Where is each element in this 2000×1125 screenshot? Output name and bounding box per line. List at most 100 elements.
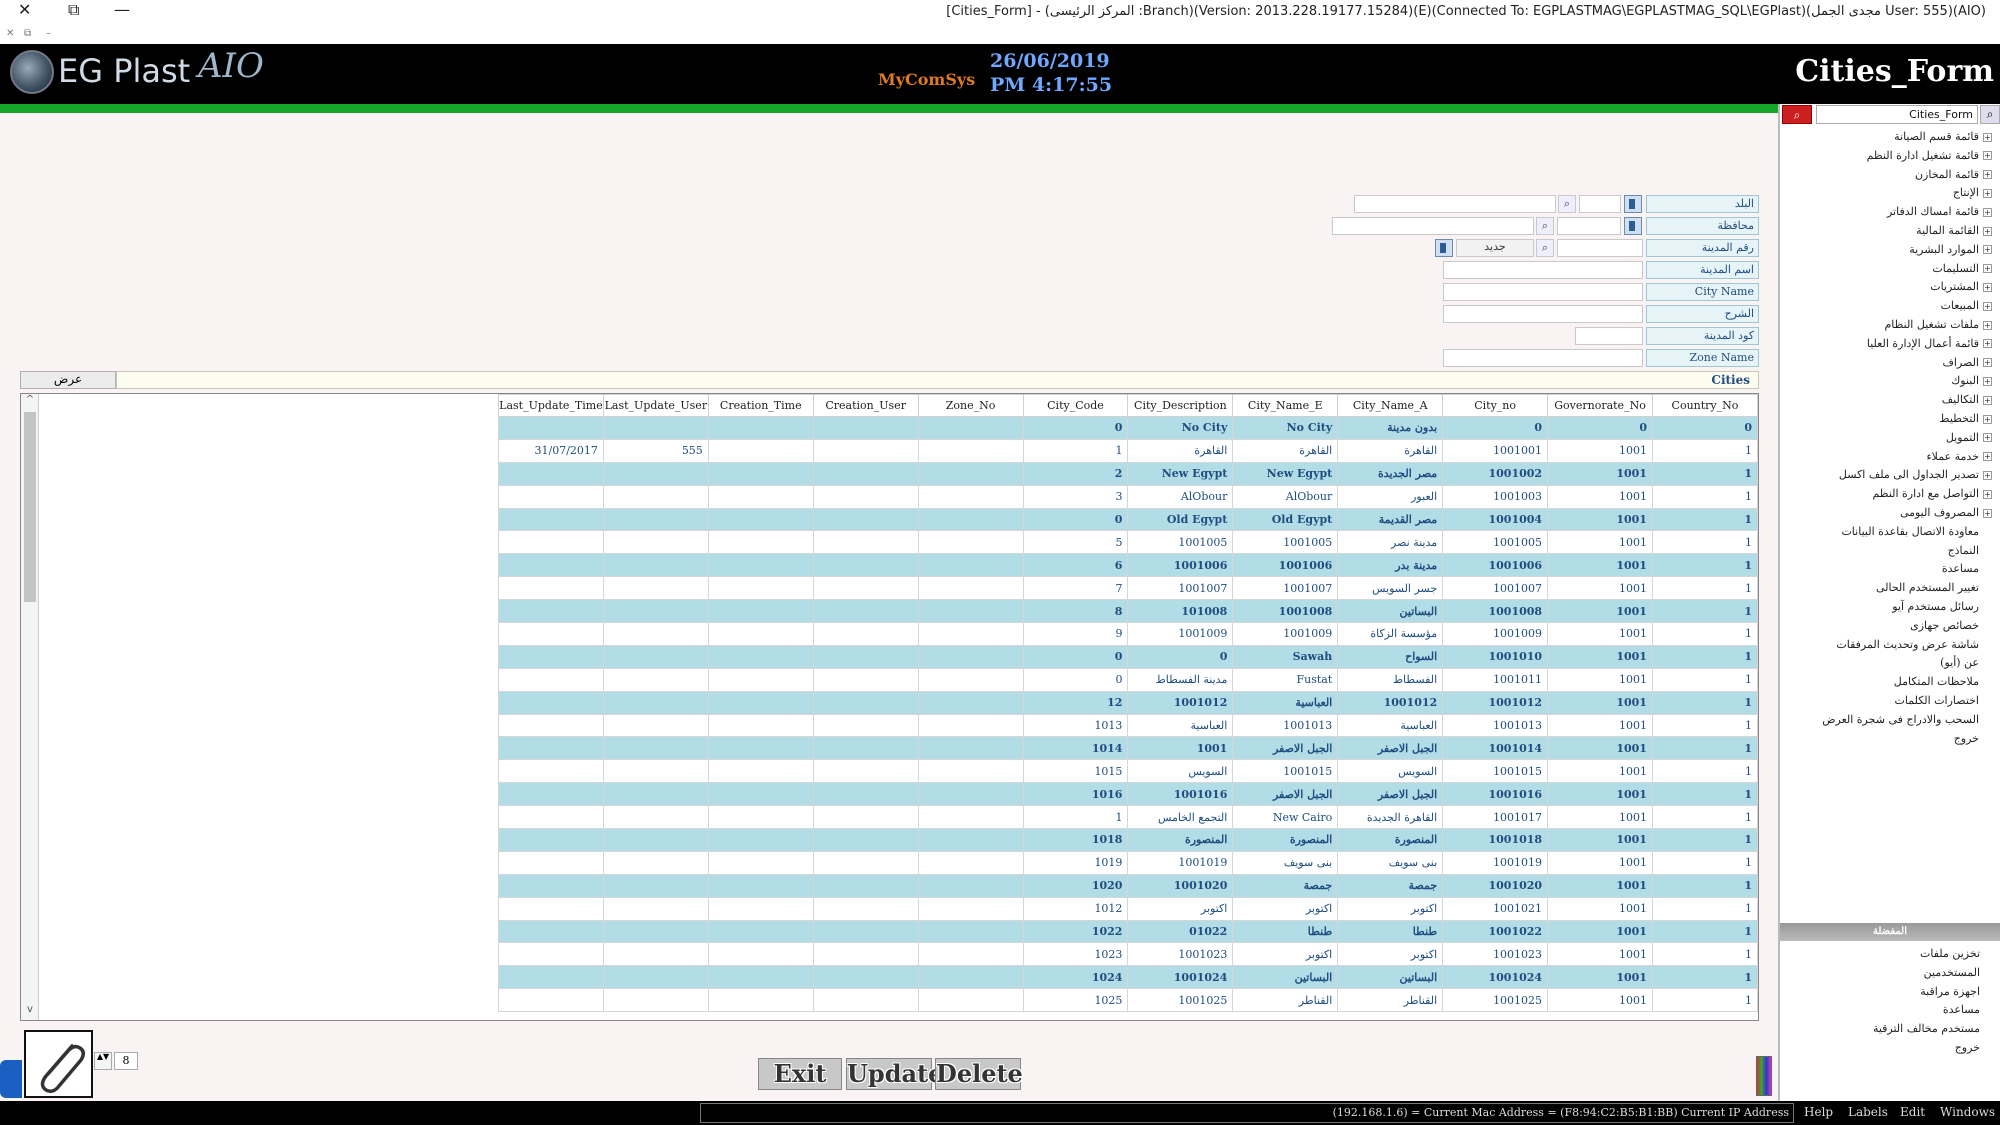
expand-plus-icon[interactable]: + [1983,170,1992,180]
table-cell[interactable] [812,965,919,990]
table-cell[interactable]: 1001024 [1127,965,1234,990]
table-cell[interactable] [602,530,709,555]
table-cell[interactable] [707,988,814,1013]
column-header-city-code[interactable]: City_Code [1022,394,1129,417]
table-cell[interactable] [917,461,1024,486]
table-cell[interactable] [917,599,1024,624]
table-cell[interactable] [602,850,709,875]
record-spinner-value[interactable]: 8 [114,1052,138,1070]
table-cell[interactable] [707,530,814,555]
table-cell[interactable] [917,576,1024,601]
table-cell[interactable]: 1001 [1547,759,1653,784]
table-cell[interactable] [917,782,1024,807]
table-cell[interactable]: No City [1127,416,1234,440]
table-cell[interactable]: 1001020 [1442,873,1549,898]
table-cell[interactable]: بنى سويف [1232,850,1339,875]
tree-item[interactable]: + قائمة المخازن [1915,168,1992,186]
table-cell[interactable] [812,988,919,1013]
table-cell[interactable]: 1 [1651,965,1759,990]
table-cell[interactable] [498,988,604,1013]
table-cell[interactable]: 1001007 [1442,576,1549,601]
table-row[interactable]: 1024 1001024 البساتين البساتين 1001024 1001 1 [498,965,1759,990]
tree-item[interactable]: شاشة عرض وتحديث المرفقات [1836,638,1992,656]
table-cell[interactable]: 1023 [1022,942,1129,967]
table-cell[interactable]: 1012 [1022,896,1129,921]
table-cell[interactable] [602,622,709,646]
table-cell[interactable]: 1 [1651,484,1759,509]
table-cell[interactable]: 1024 [1022,965,1129,990]
table-cell[interactable] [707,438,814,463]
table-row[interactable]: 12 1001012 العباسية 1001012 1001012 1001 1 [498,690,1759,715]
table-cell[interactable]: 1001002 [1442,461,1549,486]
table-cell[interactable]: اكتوبر [1232,942,1339,967]
tree-item[interactable]: رسائل مستخدم آيو [1892,600,1992,618]
table-cell[interactable]: 1001015 [1232,759,1339,784]
table-cell[interactable]: البساتين [1232,965,1339,990]
table-cell[interactable]: 2 [1022,461,1129,486]
table-cell[interactable] [498,416,604,440]
table-cell[interactable]: مدينة الفسطاط [1127,667,1234,692]
table-cell[interactable] [498,919,604,944]
table-cell[interactable]: Old Egypt [1127,507,1234,532]
table-cell[interactable]: 101008 [1127,599,1234,624]
table-cell[interactable] [812,644,919,669]
table-cell[interactable]: الفسطاط [1337,667,1444,692]
table-cell[interactable] [602,873,709,898]
expand-plus-icon[interactable]: + [1983,508,1992,518]
table-cell[interactable]: 1013 [1022,713,1129,738]
table-cell[interactable]: القاهرة [1232,438,1339,463]
column-header-creation-time[interactable]: Creation_Time [707,394,814,417]
table-row[interactable]: 1019 1001019 بنى سويف بنى سويف 1001019 1001 1 [498,850,1759,875]
table-cell[interactable] [707,484,814,509]
table-cell[interactable] [812,850,919,875]
table-cell[interactable]: 1001 [1547,713,1653,738]
table-cell[interactable]: 1001 [1547,965,1653,990]
tree-item[interactable]: خروج [1954,732,1992,750]
table-cell[interactable] [707,416,814,440]
table-row[interactable]: 0 0 Sawah السواح 1001010 1001 1 [498,644,1759,669]
mdi-close-icon[interactable]: ✕ [6,28,14,39]
table-cell[interactable]: 1022 [1022,919,1129,944]
table-cell[interactable]: 1 [1651,507,1759,532]
table-cell[interactable] [602,965,709,990]
table-row[interactable]: 31/07/2017 555 1 القاهرة القاهرة القاهرة 10010… [498,438,1759,463]
tree-item[interactable]: النماذج [1948,544,1992,562]
table-cell[interactable]: New Egypt [1127,461,1234,486]
column-header-creation-user[interactable]: Creation_User [812,394,919,417]
country-search-icon[interactable]: ⌕ [1558,195,1576,213]
table-cell[interactable]: 0 [1022,507,1129,532]
table-cell[interactable]: 1 [1651,736,1759,761]
table-cell[interactable]: اكتوبر [1232,896,1339,921]
table-row[interactable]: 1013 العباسية 1001013 العباسية 1001013 1001 1 [498,713,1759,738]
table-row[interactable]: 0 مدينة الفسطاط Fustat الفسطاط 1001011 1001 1 [498,667,1759,692]
table-cell[interactable] [707,850,814,875]
table-cell[interactable] [707,736,814,761]
tree-item[interactable]: + الموارد البشرية [1909,243,1992,261]
table-row[interactable]: 1014 1001 الجبل الاصفر الجبل الاصفر 1001014 1… [498,736,1759,761]
zone-name-field[interactable] [1443,349,1643,367]
tree-item[interactable]: + خدمة عملاء [1926,450,1992,468]
table-cell[interactable] [498,530,604,555]
expand-plus-icon[interactable]: + [1983,301,1992,311]
table-cell[interactable]: 1 [1651,828,1759,852]
table-cell[interactable] [707,507,814,532]
table-cell[interactable]: 1 [1651,759,1759,784]
tree-item[interactable]: + قائمة تشغيل ادارة النظم [1867,149,1992,167]
table-cell[interactable]: 1 [1651,530,1759,555]
table-cell[interactable] [917,553,1024,578]
table-cell[interactable] [812,690,919,715]
country-no-field[interactable] [1579,195,1621,213]
table-cell[interactable] [602,667,709,692]
table-cell[interactable] [707,873,814,898]
table-cell[interactable] [707,919,814,944]
table-cell[interactable]: 1001014 [1442,736,1549,761]
close-icon[interactable]: ✕ [18,0,31,19]
table-cell[interactable] [602,599,709,624]
table-cell[interactable]: 1 [1651,599,1759,624]
table-cell[interactable]: 1014 [1022,736,1129,761]
table-cell[interactable] [707,553,814,578]
table-cell[interactable] [707,965,814,990]
table-cell[interactable]: 1 [1651,438,1759,463]
table-cell[interactable]: السواح [1337,644,1444,669]
tree-item[interactable]: مساعدة [1942,562,1992,580]
